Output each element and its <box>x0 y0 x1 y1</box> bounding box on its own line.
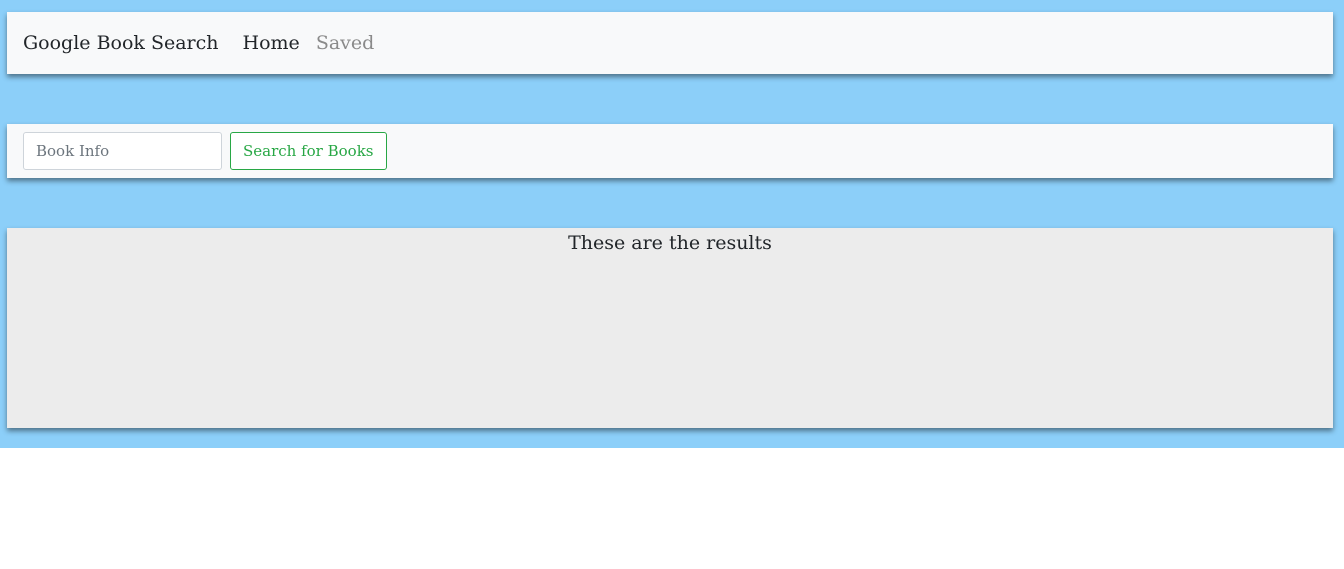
nav-link-home[interactable]: Home <box>243 32 300 54</box>
search-for-books-button[interactable]: Search for Books <box>230 132 387 170</box>
results-heading: These are the results <box>568 232 772 254</box>
navbar: Google Book Search Home Saved <box>7 12 1333 74</box>
search-form: Search for Books <box>7 124 1333 178</box>
nav-link-saved[interactable]: Saved <box>316 32 374 54</box>
book-search-input[interactable] <box>23 132 222 170</box>
results-panel: These are the results <box>7 228 1333 428</box>
navbar-brand[interactable]: Google Book Search <box>23 32 219 54</box>
